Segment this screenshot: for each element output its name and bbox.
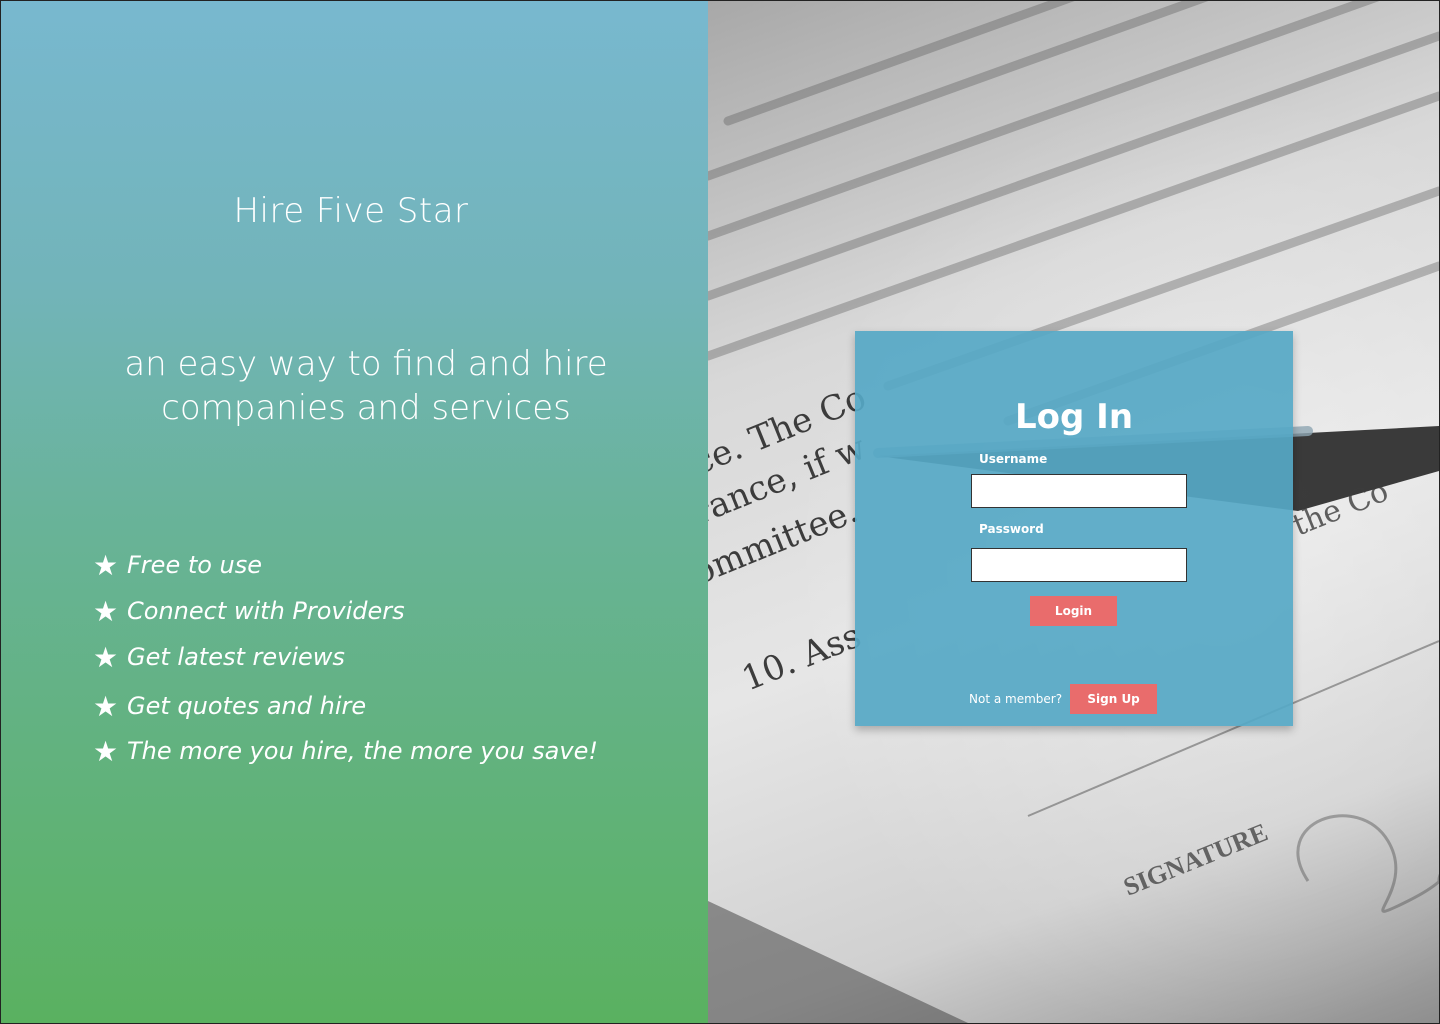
star-icon: ★ xyxy=(93,690,119,723)
login-button[interactable]: Login xyxy=(1030,596,1117,626)
login-heading: Log In xyxy=(1014,397,1134,437)
feature-label: Get quotes and hire xyxy=(127,692,367,720)
feature-item: ★ Get latest reviews xyxy=(93,642,345,673)
password-input[interactable] xyxy=(971,548,1187,582)
feature-item: ★ The more you hire, the more you save! xyxy=(93,736,598,767)
password-label: Password xyxy=(979,522,1044,536)
tagline-line-2: companies and services xyxy=(161,388,571,428)
tagline-line-1: an easy way to find and hire xyxy=(124,344,608,384)
marketing-panel: Hire Five Star an easy way to find and h… xyxy=(1,1,708,1023)
feature-label: Free to use xyxy=(127,551,263,579)
signature-label: SIGNATURE xyxy=(1119,817,1271,901)
username-input[interactable] xyxy=(971,474,1187,508)
star-icon: ★ xyxy=(93,641,119,674)
signature-scribble xyxy=(1296,814,1439,913)
not-member-text: Not a member? xyxy=(969,692,1063,706)
feature-label: The more you hire, the more you save! xyxy=(127,737,598,765)
feature-item: ★ Free to use xyxy=(93,550,262,581)
feature-item: ★ Connect with Providers xyxy=(93,596,405,627)
signup-button[interactable]: Sign Up xyxy=(1070,684,1158,714)
feature-item: ★ Get quotes and hire xyxy=(93,691,366,722)
username-label: Username xyxy=(979,452,1048,466)
doc-line: 10. Ass xyxy=(736,616,866,700)
brand-title: Hire Five Star xyxy=(233,191,469,231)
signup-row: Not a member? Sign Up xyxy=(969,684,1158,714)
feature-label: Get latest reviews xyxy=(127,643,345,671)
feature-label: Connect with Providers xyxy=(127,597,405,625)
star-icon: ★ xyxy=(93,595,119,628)
star-icon: ★ xyxy=(93,549,119,582)
tagline: an easy way to find and hire companies a… xyxy=(101,342,631,430)
login-card: Log In Username Password Login Not a mem… xyxy=(855,331,1293,726)
star-icon: ★ xyxy=(93,735,119,768)
